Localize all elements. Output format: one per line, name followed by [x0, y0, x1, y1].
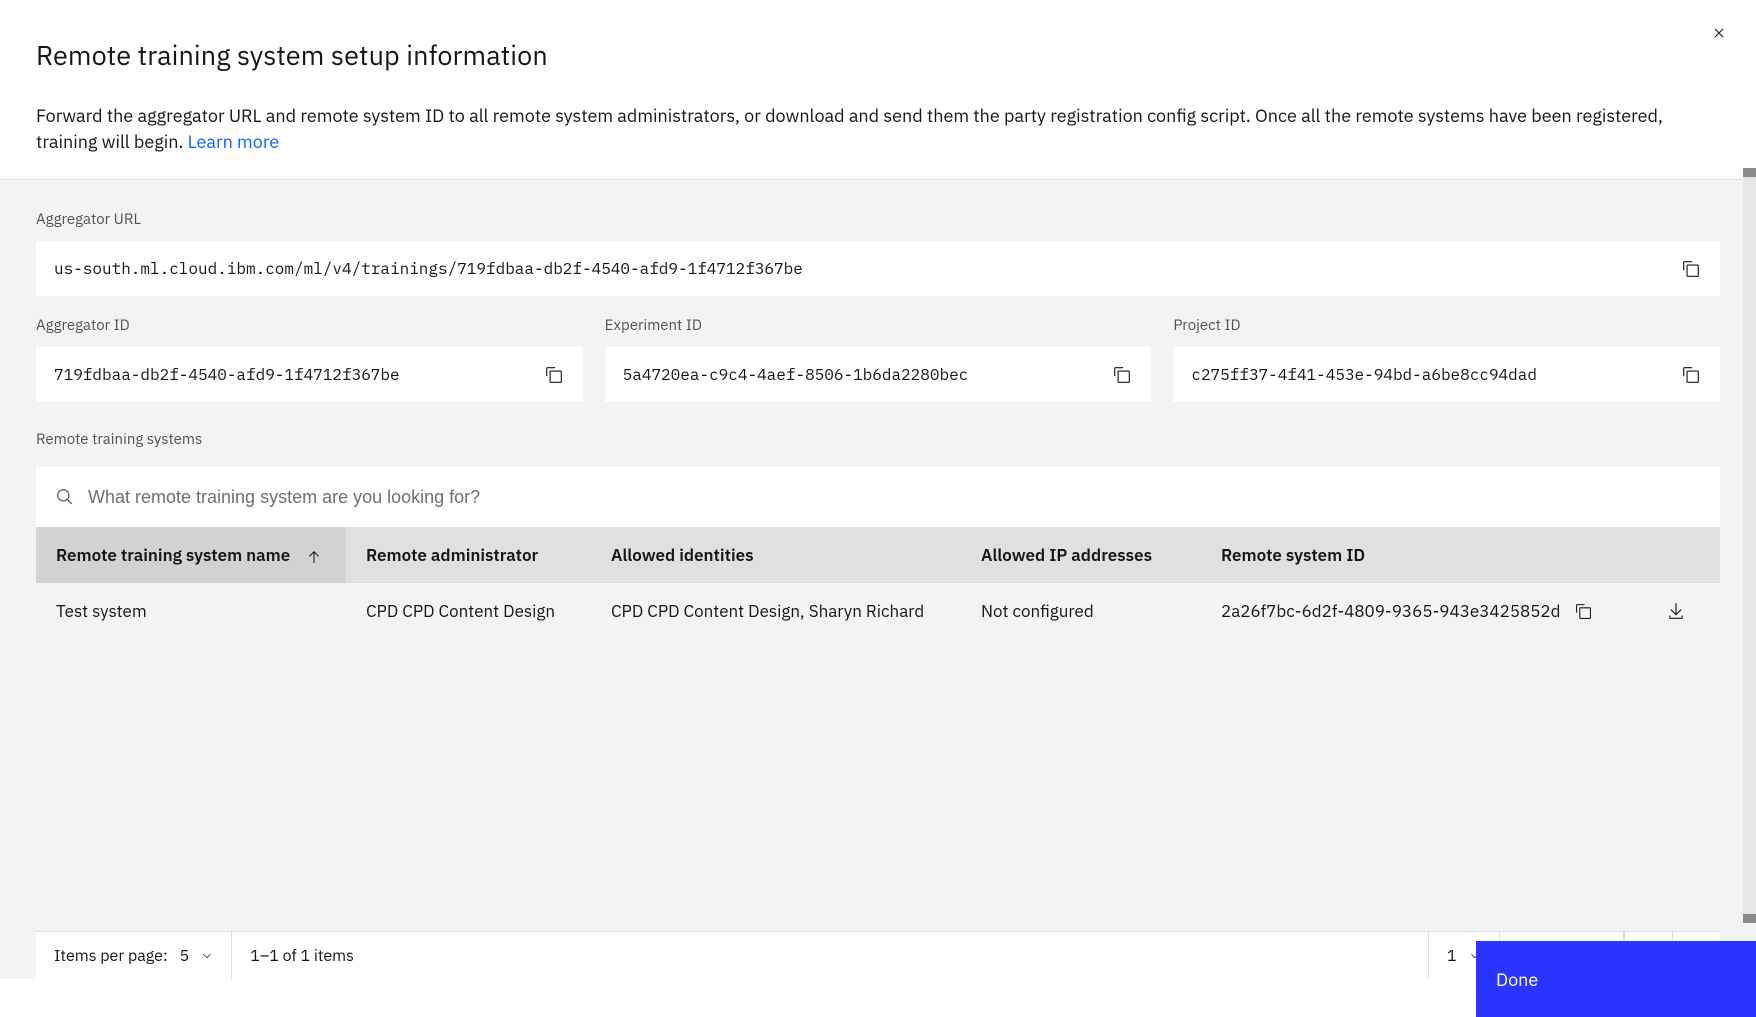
col-sysid[interactable]: Remote system ID: [1201, 527, 1645, 583]
cell-sysid-value: 2a26f7bc-6d2f-4809-9365-943e3425852d: [1221, 600, 1561, 622]
table-row: Test system CPD CPD Content Design CPD C…: [36, 583, 1720, 639]
col-identities[interactable]: Allowed identities: [591, 527, 961, 583]
systems-table: Remote training system name Remote admin…: [36, 527, 1720, 639]
cell-name: Test system: [36, 583, 346, 639]
description-text: Forward the aggregator URL and remote sy…: [36, 104, 1663, 153]
close-icon: [1710, 24, 1728, 42]
cell-sysid: 2a26f7bc-6d2f-4809-9365-943e3425852d: [1201, 583, 1645, 639]
cell-ips: Not configured: [961, 583, 1201, 639]
project-id-label: Project ID: [1173, 316, 1720, 335]
aggregator-id-label: Aggregator ID: [36, 316, 583, 335]
sort-asc-icon: [306, 549, 322, 565]
cell-admin: CPD CPD Content Design: [346, 583, 591, 639]
aggregator-id-value: 719fdbaa-db2f-4540-afd9-1f4712f367be: [54, 365, 400, 385]
done-button[interactable]: Done: [1476, 941, 1756, 1017]
pagination: Items per page: 5 1–1 of 1 items 1 1 of …: [36, 931, 1720, 979]
search-icon: [56, 488, 74, 506]
content-panel: Aggregator URL us-south.ml.cloud.ibm.com…: [0, 179, 1756, 979]
search-input[interactable]: [88, 487, 1700, 508]
experiment-id-label: Experiment ID: [605, 316, 1152, 335]
col-name-label: Remote training system name: [56, 544, 290, 566]
col-actions: [1645, 527, 1720, 583]
items-range: 1–1 of 1 items: [232, 932, 372, 979]
page-title: Remote training system setup information: [36, 38, 1720, 73]
project-id-field: c275ff37-4f41-453e-94bd-a6be8cc94dad: [1173, 347, 1720, 402]
copy-icon: [1682, 260, 1700, 278]
scroll-up-icon: [1743, 168, 1756, 177]
experiment-id-field: 5a4720ea-c9c4-4aef-8506-1b6da2280bec: [605, 347, 1152, 402]
copy-aggregator-id-button[interactable]: [543, 364, 565, 386]
page-value: 1: [1447, 946, 1457, 966]
copy-icon: [1682, 366, 1700, 384]
copy-aggregator-url-button[interactable]: [1680, 258, 1702, 280]
description: Forward the aggregator URL and remote sy…: [36, 103, 1716, 155]
aggregator-url-field: us-south.ml.cloud.ibm.com/ml/v4/training…: [36, 241, 1720, 296]
col-admin[interactable]: Remote administrator: [346, 527, 591, 583]
copy-experiment-id-button[interactable]: [1111, 364, 1133, 386]
scroll-down-icon: [1743, 914, 1756, 923]
col-name[interactable]: Remote training system name: [36, 527, 346, 583]
scrollbar[interactable]: [1743, 168, 1756, 923]
copy-icon: [545, 366, 563, 384]
aggregator-url-value: us-south.ml.cloud.ibm.com/ml/v4/training…: [54, 259, 803, 279]
table-header-row: Remote training system name Remote admin…: [36, 527, 1720, 583]
col-ips[interactable]: Allowed IP addresses: [961, 527, 1201, 583]
download-icon: [1667, 602, 1685, 620]
done-button-label: Done: [1496, 968, 1538, 991]
learn-more-link[interactable]: Learn more: [188, 130, 280, 153]
search-bar: [36, 467, 1720, 527]
aggregator-id-field: 719fdbaa-db2f-4540-afd9-1f4712f367be: [36, 347, 583, 402]
copy-icon: [1575, 603, 1592, 620]
copy-icon: [1113, 366, 1131, 384]
chevron-down-icon: [201, 950, 213, 962]
copy-project-id-button[interactable]: [1680, 364, 1702, 386]
remote-systems-label: Remote training systems: [36, 430, 1720, 449]
download-config-button[interactable]: [1665, 600, 1687, 622]
items-per-page-label: Items per page:: [54, 946, 168, 966]
header: Remote training system setup information…: [0, 0, 1756, 179]
project-id-value: c275ff37-4f41-453e-94bd-a6be8cc94dad: [1191, 365, 1537, 385]
close-button[interactable]: [1708, 22, 1730, 44]
items-per-page-value: 5: [180, 946, 190, 966]
items-per-page[interactable]: Items per page: 5: [36, 932, 232, 979]
experiment-id-value: 5a4720ea-c9c4-4aef-8506-1b6da2280bec: [623, 365, 969, 385]
copy-system-id-button[interactable]: [1573, 600, 1595, 622]
cell-download: [1645, 583, 1720, 639]
cell-identities: CPD CPD Content Design, Sharyn Richard: [591, 583, 961, 639]
aggregator-url-label: Aggregator URL: [36, 210, 1720, 229]
